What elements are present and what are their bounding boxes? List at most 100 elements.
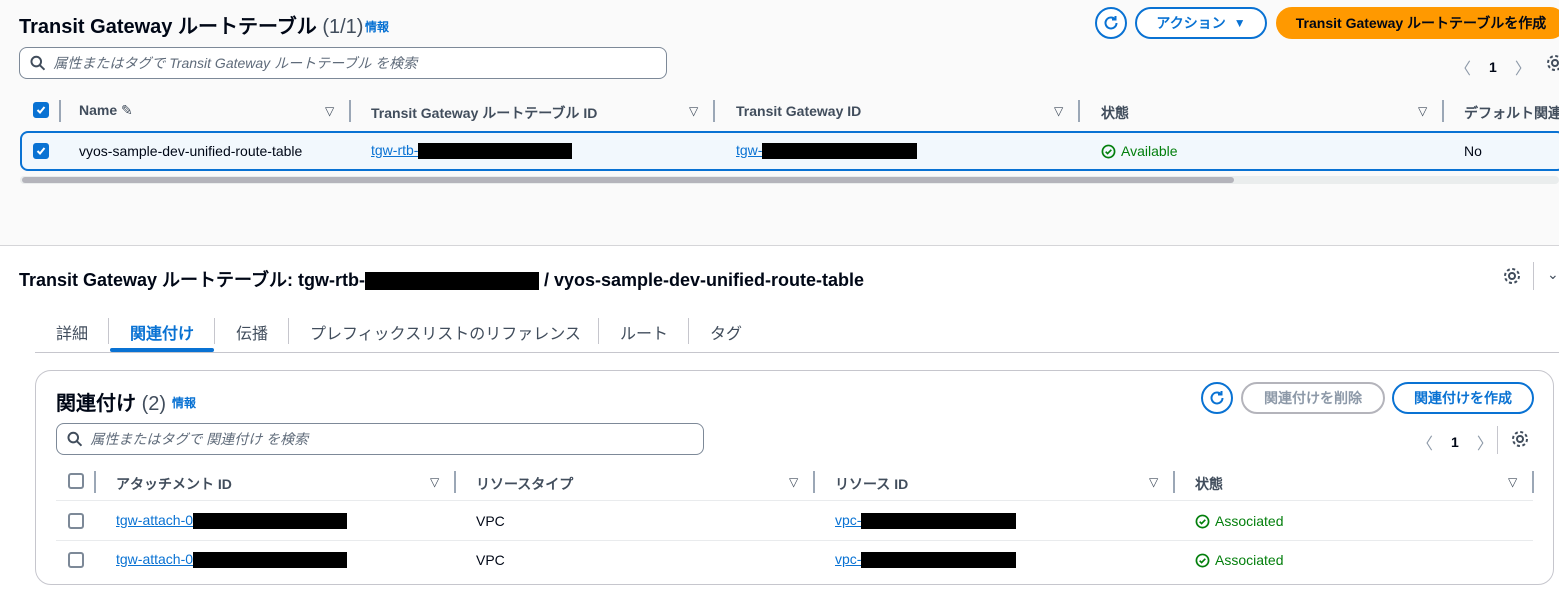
column-separator[interactable] (1078, 100, 1080, 122)
delete-association-label: 関連付けを削除 (1264, 390, 1362, 406)
sort-icon[interactable]: ▽ (789, 475, 798, 489)
resource-id-link[interactable]: vpc- (835, 512, 1017, 530)
sort-icon[interactable]: ▽ (1149, 475, 1158, 489)
success-icon (1195, 553, 1210, 567)
attachment-id-text[interactable]: tgw-attach-0 (116, 551, 193, 567)
attachment-id-text[interactable]: tgw-attach-0 (116, 512, 193, 528)
active-tab-indicator (110, 348, 214, 352)
actions-dropdown[interactable]: アクション ▼ (1135, 7, 1267, 39)
status-badge: Associated (1195, 513, 1283, 529)
prev-page-icon[interactable]: 〈 (1417, 430, 1433, 454)
create-route-table-button[interactable]: Transit Gateway ルートテーブルを作成 (1276, 7, 1559, 39)
attachment-id-link[interactable]: tgw-attach-0 (116, 512, 348, 530)
next-page-icon[interactable]: 〉 (1477, 430, 1493, 454)
column-separator[interactable] (1442, 100, 1444, 122)
row-checkbox[interactable] (68, 513, 84, 529)
redacted-block (418, 142, 573, 159)
redacted-block (861, 512, 1017, 529)
next-page-icon[interactable]: 〉 (1515, 55, 1531, 79)
route-table-name: vyos-sample-dev-unified-route-table (79, 143, 303, 159)
chevron-down-icon[interactable]: ⌄ (1547, 266, 1559, 283)
current-page[interactable]: 1 (1451, 434, 1459, 450)
row-divider (56, 540, 1533, 541)
divider (1497, 426, 1498, 454)
association-search[interactable] (56, 423, 704, 455)
scrollbar-thumb[interactable] (22, 177, 1234, 183)
status-badge: Associated (1195, 552, 1283, 568)
column-header-rtb-id[interactable]: Transit Gateway ルートテーブル ID (371, 103, 597, 123)
create-association-button[interactable]: 関連付けを作成 (1392, 382, 1534, 414)
attachment-id-link[interactable]: tgw-attach-0 (116, 551, 348, 569)
column-header-state[interactable]: 状態 (1195, 474, 1223, 494)
sort-icon[interactable]: ▽ (325, 104, 334, 118)
tab-propagations[interactable]: 伝播 (236, 320, 268, 344)
tab-routes[interactable]: ルート (620, 320, 668, 344)
sort-icon[interactable]: ▽ (430, 475, 439, 489)
tab-prefix-list-references[interactable]: プレフィックスリストのリファレンス (310, 320, 581, 344)
column-separator (94, 471, 96, 493)
tab-tags[interactable]: タグ (710, 320, 742, 344)
column-separator[interactable] (713, 100, 715, 122)
tgw-id-text[interactable]: tgw- (736, 142, 762, 158)
column-header-default-assoc[interactable]: デフォルト関連 (1464, 103, 1559, 123)
redacted-block (762, 142, 918, 159)
select-all-checkbox[interactable] (33, 102, 49, 118)
current-page[interactable]: 1 (1489, 59, 1497, 75)
associations-title: 関連付け (2) (56, 393, 167, 415)
search-icon (67, 431, 83, 447)
success-icon (1101, 144, 1116, 158)
rtb-id-link[interactable]: tgw-rtb- (371, 142, 573, 160)
column-header-tgw-id[interactable]: Transit Gateway ID (736, 103, 861, 119)
column-header-resource-id[interactable]: リソース ID (835, 474, 908, 494)
column-header-resource-type[interactable]: リソースタイプ (476, 474, 573, 494)
resource-id-text[interactable]: vpc- (835, 512, 861, 528)
route-table-search[interactable] (19, 47, 667, 79)
settings-icon[interactable] (1511, 430, 1529, 453)
delete-association-button[interactable]: 関連付けを削除 (1241, 382, 1385, 414)
column-separator[interactable] (1532, 471, 1534, 493)
info-link[interactable]: 情報 (172, 394, 196, 411)
redacted-block (364, 272, 539, 291)
refresh-button[interactable] (1095, 7, 1127, 39)
row-divider (56, 500, 1533, 501)
settings-icon[interactable] (1546, 54, 1559, 77)
tab-separator (108, 318, 109, 344)
column-header-state[interactable]: 状態 (1101, 103, 1129, 123)
success-icon (1195, 514, 1210, 528)
row-checkbox[interactable] (33, 143, 49, 159)
divider (1533, 262, 1534, 290)
column-separator[interactable] (349, 100, 351, 122)
tgw-id-link[interactable]: tgw- (736, 142, 918, 160)
pagination: 〈 1 〉 (1417, 430, 1493, 454)
column-header-name[interactable]: Name ✎ (79, 102, 133, 119)
sort-icon[interactable]: ▽ (689, 104, 698, 118)
info-link[interactable]: 情報 (365, 18, 389, 35)
refresh-button[interactable] (1201, 382, 1233, 414)
column-header-attachment-id[interactable]: アタッチメント ID (116, 474, 232, 494)
search-input[interactable] (90, 431, 703, 447)
row-checkbox[interactable] (68, 552, 84, 568)
sort-icon[interactable]: ▽ (1054, 104, 1063, 118)
column-separator[interactable] (454, 471, 456, 493)
tab-associations[interactable]: 関連付け (130, 320, 194, 344)
tab-details[interactable]: 詳細 (56, 320, 88, 344)
select-all-checkbox[interactable] (68, 473, 84, 489)
redacted-block (193, 551, 348, 568)
tab-separator (598, 318, 599, 344)
sort-icon[interactable]: ▽ (1508, 475, 1517, 489)
column-separator[interactable] (813, 471, 815, 493)
search-input[interactable] (53, 55, 666, 71)
redacted-block (193, 512, 348, 529)
settings-icon[interactable] (1503, 267, 1521, 290)
rtb-id-text[interactable]: tgw-rtb- (371, 142, 418, 158)
actions-label: アクション (1156, 15, 1226, 31)
column-separator[interactable] (1173, 471, 1175, 493)
refresh-icon (1210, 391, 1224, 405)
tab-separator (288, 318, 289, 344)
detail-title: Transit Gateway ルートテーブル: tgw-rtb- / vyos… (19, 270, 865, 291)
resource-id-text[interactable]: vpc- (835, 551, 861, 567)
sort-icon[interactable]: ▽ (1418, 104, 1427, 118)
resource-id-link[interactable]: vpc- (835, 551, 1017, 569)
prev-page-icon[interactable]: 〈 (1455, 55, 1471, 79)
check-icon (36, 147, 46, 155)
